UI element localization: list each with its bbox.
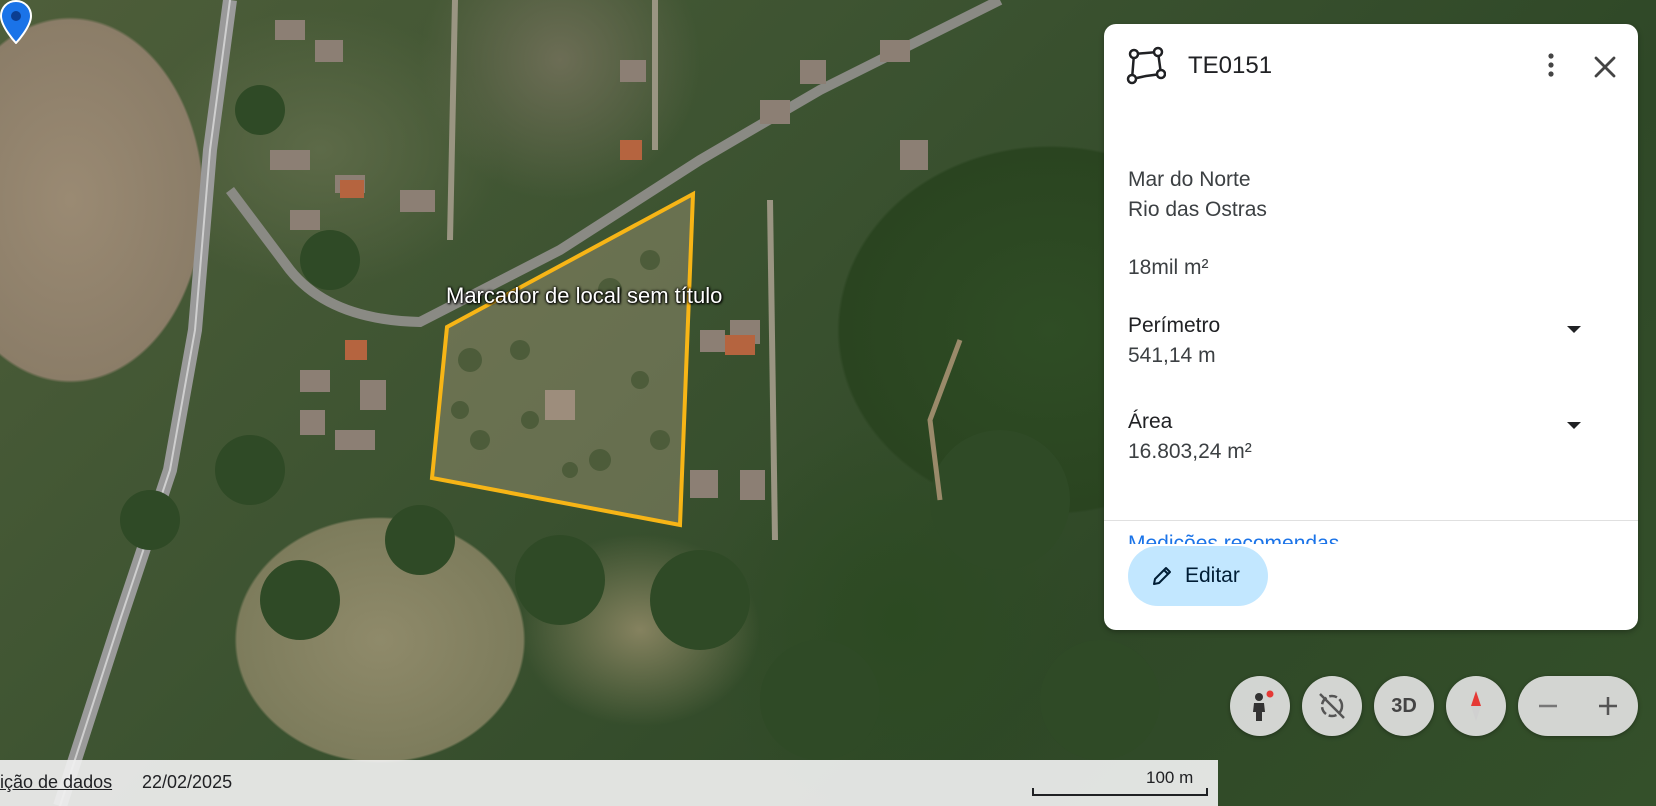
pegman-icon bbox=[1253, 690, 1274, 721]
tilt-toggle-button[interactable] bbox=[1302, 676, 1362, 736]
zoom-in-button[interactable] bbox=[1578, 676, 1638, 736]
close-icon[interactable] bbox=[1588, 50, 1622, 84]
more-vert-icon[interactable] bbox=[1536, 50, 1566, 80]
address-line-1: Mar do Norte bbox=[1128, 168, 1251, 191]
scale-label: 100 m bbox=[1146, 768, 1194, 787]
arrow-drop-down-icon[interactable] bbox=[1560, 315, 1588, 343]
marker-label[interactable]: Marcador de local sem título bbox=[446, 283, 722, 309]
location-pin-icon[interactable] bbox=[0, 0, 32, 44]
panel-header: TE0151 bbox=[1104, 24, 1638, 104]
perimeter-title: Perímetro bbox=[1128, 314, 1221, 337]
area-value: 16.803,24 m² bbox=[1128, 440, 1252, 463]
pencil-icon bbox=[1153, 567, 1171, 585]
panel-divider bbox=[1104, 520, 1638, 521]
compass-icon bbox=[1471, 691, 1481, 721]
area-summary: 18mil m² bbox=[1128, 256, 1209, 279]
compass-button[interactable] bbox=[1446, 676, 1506, 736]
zoom-in-icon bbox=[1599, 697, 1617, 715]
polygon-shape-icon bbox=[1126, 46, 1166, 85]
zoom-controls bbox=[1518, 676, 1638, 736]
three-d-button[interactable]: 3D bbox=[1374, 676, 1434, 736]
highway bbox=[53, 0, 237, 806]
recommended-measurements-link[interactable]: Medições recomendas bbox=[1128, 532, 1339, 544]
perimeter-value: 541,14 m bbox=[1128, 344, 1216, 367]
side-street-3 bbox=[767, 199, 778, 541]
edit-button-label: Editar bbox=[1185, 564, 1240, 587]
panel-title: TE0151 bbox=[1188, 52, 1273, 79]
area-title: Área bbox=[1128, 410, 1173, 433]
highway-lane bbox=[59, 0, 231, 806]
edit-button[interactable]: Editar bbox=[1128, 546, 1268, 606]
info-panel: TE0151 Mar do Norte Rio das Ostras 18mil… bbox=[1104, 24, 1638, 630]
map-footer: ição de dados 22/02/2025 100 m bbox=[0, 760, 1218, 806]
imagery-date: 22/02/2025 bbox=[142, 772, 233, 792]
street-view-button[interactable] bbox=[1230, 676, 1290, 736]
side-street bbox=[447, 0, 458, 241]
zoom-out-button[interactable] bbox=[1518, 676, 1578, 736]
address-line-2: Rio das Ostras bbox=[1128, 198, 1267, 221]
panel-details[interactable]: Mar do Norte Rio das Ostras 18mil m² Per… bbox=[1104, 104, 1638, 544]
tilt-off-icon bbox=[1319, 693, 1345, 719]
arrow-drop-down-icon[interactable] bbox=[1560, 411, 1588, 439]
scale-bar bbox=[1032, 788, 1208, 796]
data-attribution-link[interactable]: ição de dados bbox=[0, 772, 112, 793]
zoom-out-icon bbox=[1539, 704, 1557, 708]
